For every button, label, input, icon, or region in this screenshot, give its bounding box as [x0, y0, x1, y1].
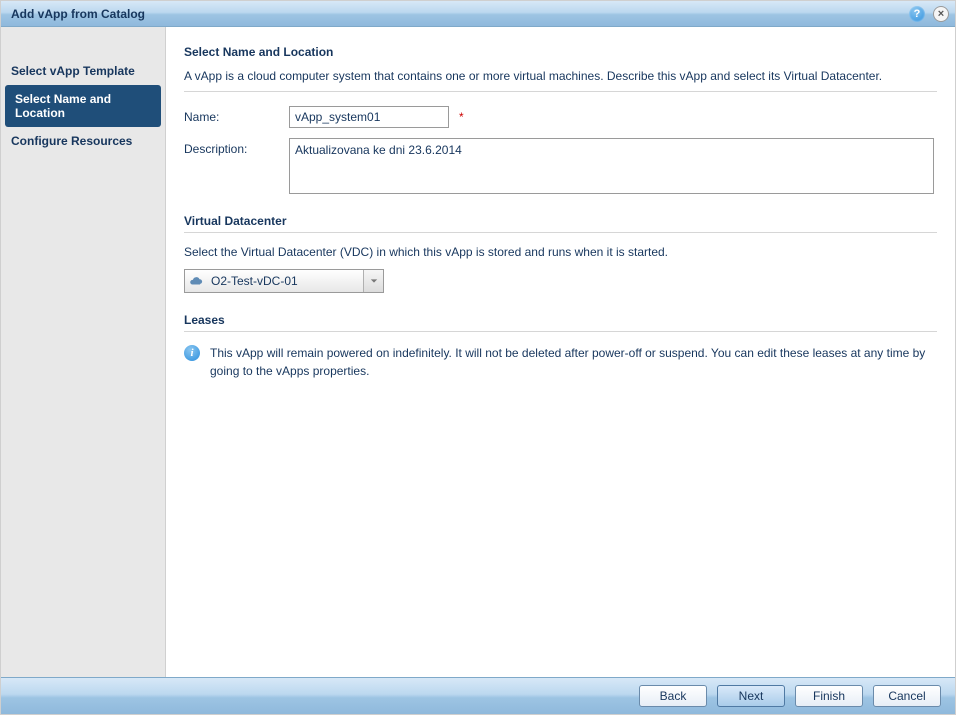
- name-row: Name: *: [184, 106, 937, 128]
- vdc-selected-text: O2-Test-vDC-01: [207, 274, 363, 288]
- vdc-help-text: Select the Virtual Datacenter (VDC) in w…: [184, 245, 937, 259]
- finish-button[interactable]: Finish: [795, 685, 863, 707]
- step-select-vapp-template[interactable]: Select vApp Template: [1, 57, 165, 85]
- description-label: Description:: [184, 138, 289, 156]
- name-label: Name:: [184, 106, 289, 124]
- description-row: Description: Aktualizovana ke dni 23.6.2…: [184, 138, 937, 194]
- leases-section: Leases i This vApp will remain powered o…: [184, 313, 937, 380]
- wizard-dialog: Add vApp from Catalog ? × Select vApp Te…: [0, 0, 956, 715]
- next-button[interactable]: Next: [717, 685, 785, 707]
- leases-info-text: This vApp will remain powered on indefin…: [210, 344, 937, 380]
- step-label: Select Name and Location: [15, 92, 111, 120]
- close-icon[interactable]: ×: [933, 6, 949, 22]
- titlebar-controls: ? ×: [909, 6, 949, 22]
- leases-info-row: i This vApp will remain powered on indef…: [184, 344, 937, 380]
- back-button[interactable]: Back: [639, 685, 707, 707]
- name-input[interactable]: [289, 106, 449, 128]
- vdc-section: Virtual Datacenter Select the Virtual Da…: [184, 214, 937, 293]
- vdc-dropdown[interactable]: O2-Test-vDC-01: [184, 269, 384, 293]
- step-label: Configure Resources: [11, 134, 132, 148]
- dialog-title: Add vApp from Catalog: [11, 7, 145, 21]
- page-title: Select Name and Location: [184, 45, 937, 59]
- required-marker: *: [459, 106, 464, 124]
- step-label: Select vApp Template: [11, 64, 135, 78]
- vdc-title: Virtual Datacenter: [184, 214, 937, 233]
- titlebar: Add vApp from Catalog ? ×: [1, 1, 955, 27]
- cloud-icon: [185, 274, 207, 288]
- leases-title: Leases: [184, 313, 937, 332]
- wizard-footer: Back Next Finish Cancel: [1, 677, 955, 714]
- divider: [184, 91, 937, 92]
- wizard-sidebar: Select vApp Template Select Name and Loc…: [1, 27, 166, 677]
- page-intro: A vApp is a cloud computer system that c…: [184, 69, 937, 83]
- help-icon[interactable]: ?: [909, 6, 925, 22]
- step-configure-resources[interactable]: Configure Resources: [1, 127, 165, 155]
- dialog-body: Select vApp Template Select Name and Loc…: [1, 27, 955, 677]
- wizard-content: Select Name and Location A vApp is a clo…: [166, 27, 955, 677]
- step-select-name-location[interactable]: Select Name and Location: [5, 85, 161, 127]
- chevron-down-icon: [363, 270, 383, 292]
- description-textarea[interactable]: Aktualizovana ke dni 23.6.2014: [289, 138, 934, 194]
- info-icon: i: [184, 345, 200, 361]
- cancel-button[interactable]: Cancel: [873, 685, 941, 707]
